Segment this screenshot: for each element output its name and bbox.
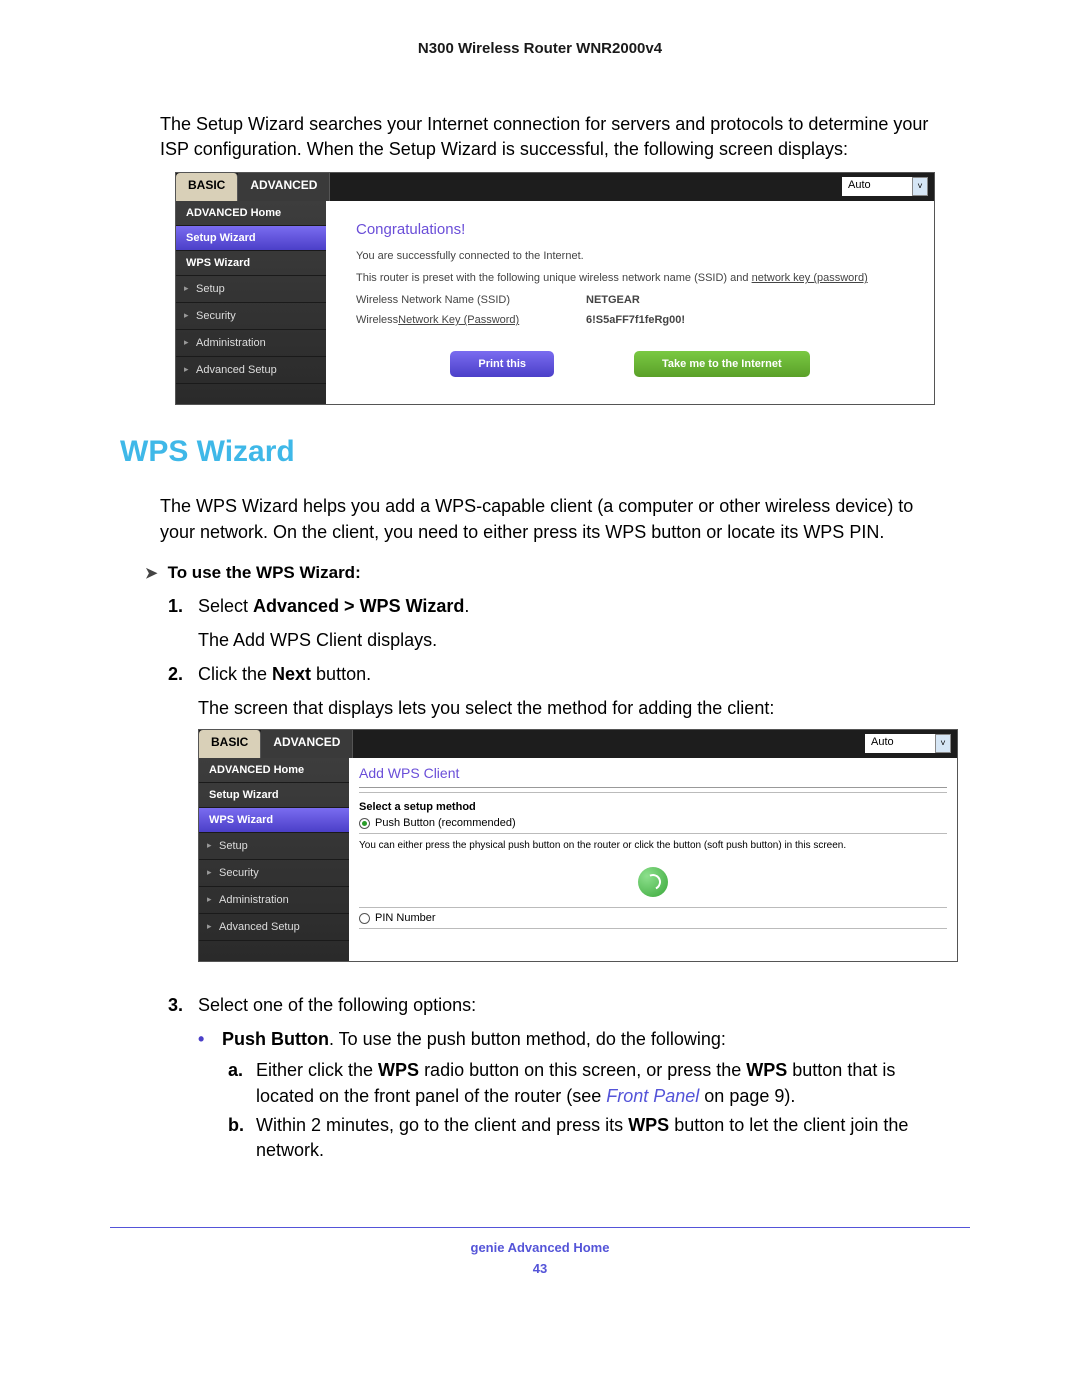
language-select[interactable]: Auto — [842, 177, 912, 196]
sidebar-item-setup[interactable]: Setup — [199, 833, 349, 860]
sidebar-item-setup[interactable]: Setup — [176, 276, 326, 303]
footer-rule — [110, 1227, 970, 1228]
congratulations-heading: Congratulations! — [356, 221, 904, 238]
tab-basic[interactable]: BASIC — [176, 173, 238, 201]
section-heading-wps-wizard: WPS Wizard — [120, 435, 970, 469]
footer-chapter-title: genie Advanced Home — [0, 1240, 1080, 1255]
tab-advanced[interactable]: ADVANCED — [238, 173, 330, 201]
step-2: 2. Click the Next button. — [168, 661, 970, 687]
language-select[interactable]: Auto — [865, 734, 935, 753]
sidebar-item-advanced-setup[interactable]: Advanced Setup — [176, 357, 326, 384]
network-key-password-link[interactable]: network key (password) — [752, 272, 868, 284]
push-button-radio[interactable] — [359, 818, 370, 829]
sidebar-item-security[interactable]: Security — [199, 860, 349, 887]
pin-number-label: PIN Number — [375, 912, 436, 924]
sub-step-a: a. Either click the WPS radio button on … — [228, 1058, 970, 1108]
document-header: N300 Wireless Router WNR2000v4 — [110, 40, 970, 57]
push-button-note: You can either press the physical push b… — [359, 840, 947, 851]
language-dropdown-icon[interactable]: ˅ — [935, 734, 951, 753]
take-me-to-internet-button[interactable]: Take me to the Internet — [634, 351, 810, 377]
step-1: 1. Select Advanced > WPS Wizard. — [168, 593, 970, 619]
screenshot-add-wps-client: BASIC ADVANCED Auto ˅ ADVANCED Home Setu… — [198, 729, 958, 962]
sidebar-item-setup-wizard[interactable]: Setup Wizard — [176, 226, 326, 251]
step-1-sub: The Add WPS Client displays. — [198, 627, 930, 653]
sidebar: ADVANCED Home Setup Wizard WPS Wizard Se… — [176, 201, 326, 404]
arrow-icon: ➤ — [145, 564, 158, 582]
sub-step-b: b. Within 2 minutes, go to the client an… — [228, 1113, 970, 1163]
sidebar-item-advanced-setup[interactable]: Advanced Setup — [199, 914, 349, 941]
network-key-value: 6!S5aFF7f1feRg00! — [586, 314, 685, 326]
sidebar-item-wps-wizard[interactable]: WPS Wizard — [176, 251, 326, 276]
sidebar: ADVANCED Home Setup Wizard WPS Wizard Se… — [199, 758, 349, 961]
add-wps-client-title: Add WPS Client — [359, 763, 947, 788]
front-panel-link[interactable]: Front Panel — [606, 1086, 699, 1106]
tab-basic[interactable]: BASIC — [199, 730, 261, 758]
sidebar-item-advanced-home[interactable]: ADVANCED Home — [176, 201, 326, 226]
connected-text: You are successfully connected to the In… — [356, 250, 904, 262]
step-2-sub: The screen that displays lets you select… — [198, 695, 930, 721]
preset-text: This router is preset with the following… — [356, 272, 904, 284]
push-button-label: Push Button (recommended) — [375, 817, 516, 829]
sidebar-item-advanced-home[interactable]: ADVANCED Home — [199, 758, 349, 783]
step-3: 3. Select one of the following options: — [168, 992, 970, 1018]
sidebar-item-wps-wizard[interactable]: WPS Wizard — [199, 808, 349, 833]
select-setup-method-heading: Select a setup method — [359, 801, 947, 813]
wps-intro-paragraph: The WPS Wizard helps you add a WPS-capab… — [160, 494, 940, 544]
screenshot-setup-wizard-success: BASIC ADVANCED Auto ˅ ADVANCED Home Setu… — [175, 172, 935, 405]
ssid-label: Wireless Network Name (SSID) — [356, 294, 586, 306]
pin-number-radio[interactable] — [359, 913, 370, 924]
wps-soft-button-icon[interactable] — [638, 867, 668, 897]
tab-advanced[interactable]: ADVANCED — [261, 730, 353, 758]
ssid-value: NETGEAR — [586, 294, 640, 306]
sidebar-item-setup-wizard[interactable]: Setup Wizard — [199, 783, 349, 808]
sidebar-item-administration[interactable]: Administration — [199, 887, 349, 914]
sidebar-item-administration[interactable]: Administration — [176, 330, 326, 357]
network-key-label: WirelessNetwork Key (Password) — [356, 314, 586, 326]
sidebar-item-security[interactable]: Security — [176, 303, 326, 330]
procedure-heading: ➤ To use the WPS Wizard: — [145, 563, 970, 583]
language-dropdown-icon[interactable]: ˅ — [912, 177, 928, 196]
bullet-push-button: • Push Button. To use the push button me… — [198, 1026, 970, 1052]
intro-paragraph: The Setup Wizard searches your Internet … — [160, 112, 940, 162]
print-this-button[interactable]: Print this — [450, 351, 554, 377]
page-number: 43 — [0, 1261, 1080, 1276]
